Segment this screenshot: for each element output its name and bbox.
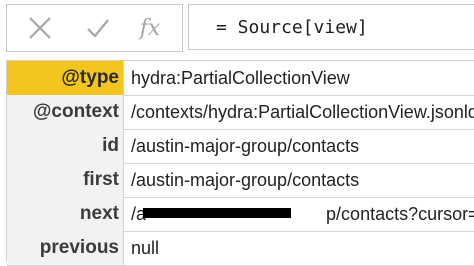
formula-bar-buttons: fx: [6, 4, 183, 52]
record-row-type[interactable]: @type hydra:PartialCollectionView: [7, 61, 474, 96]
field-name[interactable]: next: [7, 197, 124, 231]
field-name[interactable]: id: [7, 129, 124, 163]
function-icon: fx: [139, 15, 161, 41]
close-x-icon: [29, 17, 51, 39]
record-row-id[interactable]: id /austin-major-group/contacts: [7, 129, 474, 164]
field-name[interactable]: @context: [7, 95, 124, 129]
field-name[interactable]: first: [7, 163, 124, 197]
field-value[interactable]: /austin-major-group/contacts: [124, 163, 474, 197]
record-table: @type hydra:PartialCollectionView @conte…: [6, 60, 474, 266]
formula-text: = Source[view]: [216, 17, 368, 38]
formula-bar: fx = Source[view]: [0, 0, 474, 60]
check-icon: [87, 19, 109, 38]
redaction-bar: [143, 208, 291, 218]
record-row-previous[interactable]: previous null: [7, 231, 474, 266]
record-row-first[interactable]: first /austin-major-group/contacts: [7, 163, 474, 198]
commit-button[interactable]: [73, 5, 123, 51]
formula-input[interactable]: = Source[view]: [188, 4, 474, 50]
insert-function-button[interactable]: fx: [125, 5, 175, 51]
field-value[interactable]: /austin-major-group/contacts: [124, 129, 474, 163]
field-value[interactable]: /contexts/hydra:PartialCollectionView.js…: [124, 95, 474, 129]
field-name[interactable]: @type: [7, 61, 124, 95]
field-value[interactable]: hydra:PartialCollectionView: [124, 61, 474, 95]
record-row-context[interactable]: @context /contexts/hydra:PartialCollecti…: [7, 95, 474, 130]
cancel-button[interactable]: [15, 5, 65, 51]
